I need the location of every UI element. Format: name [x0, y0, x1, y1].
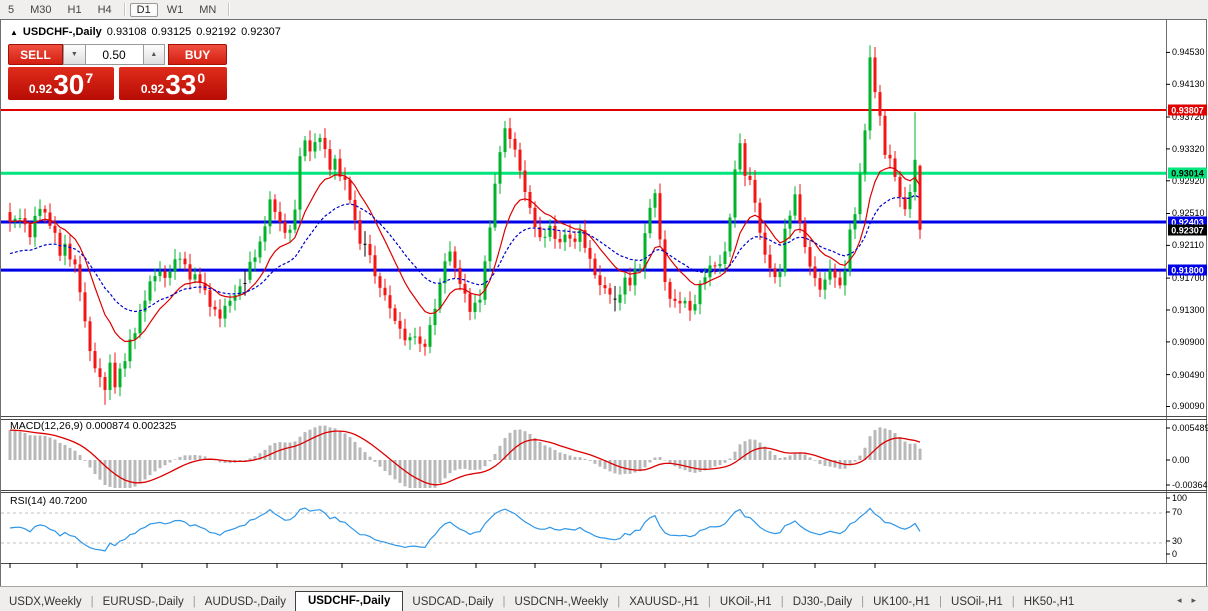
price-level-badge: 0.93807 [1168, 105, 1207, 116]
tab-scroll-left-icon[interactable]: ◂ [1177, 595, 1182, 606]
tab-dj30-daily[interactable]: DJ30-,Daily [784, 593, 861, 611]
price-axis-label: 0.91300 [1172, 305, 1205, 315]
tab-uk100-h1[interactable]: UK100-,H1 [864, 593, 939, 611]
buy-price-big: 33 [165, 72, 196, 98]
sell-price-big: 30 [53, 72, 84, 98]
sell-price-sup: 7 [85, 70, 93, 86]
tab-usdcnh-weekly[interactable]: USDCNH-,Weekly [506, 593, 618, 611]
price-axis-label: 0.94130 [1172, 79, 1205, 89]
price-axis-label: 0.90490 [1172, 370, 1205, 380]
volume-input[interactable]: 0.50 [86, 44, 143, 65]
price-axis-label: 0.90090 [1172, 401, 1205, 411]
tab-usdcad-daily[interactable]: USDCAD-,Daily [403, 593, 502, 611]
timeframe-button-M30[interactable]: M30 [23, 3, 58, 17]
macd-signal-value: 0.002325 [133, 420, 177, 432]
tab-audusd-daily[interactable]: AUDUSD-,Daily [196, 593, 295, 611]
tab-usdx-weekly[interactable]: USDX,Weekly [0, 593, 91, 611]
ohlc-header: ▲ USDCHF-,Daily 0.93108 0.93125 0.92192 … [10, 26, 281, 38]
trading-terminal: 5M30H1H4 D1W1MN ▲ USDCHF-,Daily 0.93108 0… [0, 0, 1208, 611]
price-axis-label: 0.93320 [1172, 144, 1205, 154]
price-level-badge: 0.93014 [1168, 168, 1207, 179]
macd-axis-label: 0.00 [1172, 455, 1190, 465]
timeframe-toolbar: 5M30H1H4 D1W1MN [0, 0, 1208, 20]
macd-axis-label: -0.003641 [1172, 480, 1208, 490]
one-click-trade-panel: SELL ▼ 0.50 ▲ BUY 0.92 30 7 0.92 33 0 [8, 44, 227, 100]
sell-price-panel[interactable]: 0.92 30 7 [8, 67, 114, 100]
ohlc-low: 0.92192 [196, 26, 236, 38]
sell-button[interactable]: SELL [8, 44, 63, 65]
ohlc-open: 0.93108 [107, 26, 147, 38]
macd-axis-label: 0.005489 [1172, 423, 1208, 433]
rsi-axis-label: 70 [1172, 507, 1182, 517]
tab-usdchf-daily[interactable]: USDCHF-,Daily [295, 591, 403, 611]
tab-scroll-right-icon[interactable]: ▸ [1191, 595, 1196, 606]
tab-eurusd-daily[interactable]: EURUSD-,Daily [94, 593, 193, 611]
timeframe-button-H4[interactable]: H4 [91, 3, 119, 17]
macd-header: MACD(12,26,9) 0.000874 0.002325 [10, 420, 176, 432]
buy-price-sup: 0 [197, 70, 205, 86]
symbol-period-label: USDCHF-,Daily [23, 26, 102, 38]
volume-decrease-button[interactable]: ▼ [63, 44, 86, 65]
rsi-axis-label: 30 [1172, 536, 1182, 546]
timeframe-button-5[interactable]: 5 [1, 3, 21, 17]
timeframe-button-W1[interactable]: W1 [160, 3, 191, 17]
toolbar-separator [228, 3, 229, 16]
tab-hk50-h1[interactable]: HK50-,H1 [1015, 593, 1084, 611]
buy-button[interactable]: BUY [168, 44, 227, 65]
chart-window: ▲ USDCHF-,Daily 0.93108 0.93125 0.92192 … [0, 19, 1208, 586]
rsi-axis-label: 100 [1172, 493, 1187, 503]
timeframe-button-D1[interactable]: D1 [130, 3, 158, 17]
macd-main-value: 0.000874 [86, 420, 130, 432]
price-axis-label: 0.94530 [1172, 47, 1205, 57]
rsi-header: RSI(14) 40.7200 [10, 495, 87, 507]
ohlc-high: 0.93125 [152, 26, 192, 38]
tab-ukoil-h1[interactable]: UKOil-,H1 [711, 593, 781, 611]
price-level-badge: 0.91800 [1168, 265, 1207, 276]
rsi-axis-label: 0 [1172, 549, 1177, 559]
ohlc-close: 0.92307 [241, 26, 281, 38]
timeframe-button-H1[interactable]: H1 [61, 3, 89, 17]
tab-xauusd-h1[interactable]: XAUUSD-,H1 [620, 593, 708, 611]
rsi-value: 40.7200 [49, 495, 87, 507]
volume-increase-button[interactable]: ▲ [143, 44, 166, 65]
sell-price-prefix: 0.92 [29, 82, 52, 96]
buy-price-prefix: 0.92 [141, 82, 164, 96]
price-axis-label: 0.92110 [1172, 240, 1204, 250]
price-axis-label: 0.90900 [1172, 337, 1205, 347]
collapse-triangle-icon[interactable]: ▲ [10, 28, 18, 37]
current-price-badge: 0.92307 [1168, 225, 1207, 236]
tab-usoil-h1[interactable]: USOil-,H1 [942, 593, 1012, 611]
buy-price-panel[interactable]: 0.92 33 0 [119, 67, 227, 100]
toolbar-separator [124, 3, 125, 16]
timeframe-button-MN[interactable]: MN [192, 3, 223, 17]
symbol-tab-bar: USDX,Weekly|EURUSD-,Daily|AUDUSD-,DailyU… [0, 586, 1208, 611]
